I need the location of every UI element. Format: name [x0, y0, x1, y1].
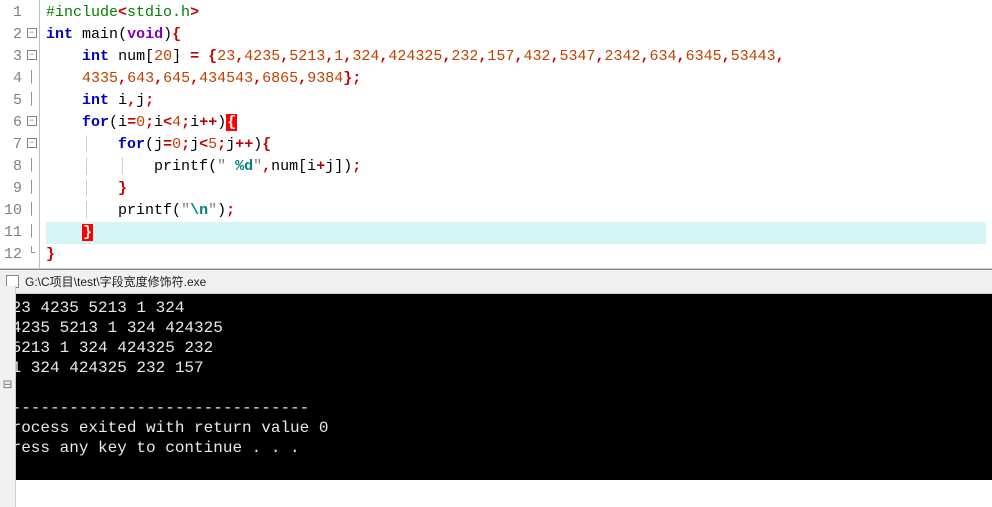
console-output[interactable]: 23 4235 5213 1 324 4235 5213 1 324 42432…: [0, 294, 992, 480]
code-line[interactable]: │ }: [46, 178, 986, 200]
line-number: 4: [4, 68, 22, 90]
fold-cell: │: [24, 220, 39, 242]
fold-cell: │: [24, 88, 39, 110]
line-number: 1: [4, 2, 22, 24]
fold-mark-icon: ⊟: [2, 378, 13, 394]
code-line[interactable]: int num[20] = {23,4235,5213,1,324,424325…: [46, 46, 986, 68]
line-number: 12: [4, 244, 22, 266]
line-number: 3: [4, 46, 22, 68]
console-title-text: G:\C项目\test\字段宽度修饰符.exe: [25, 273, 206, 290]
line-number: 6: [4, 112, 22, 134]
line-number: 2: [4, 24, 22, 46]
line-number: 10: [4, 200, 22, 222]
code-line[interactable]: int i,j;: [46, 90, 986, 112]
code-editor[interactable]: 123456789101112 −−││−−││││└ #include<std…: [0, 0, 992, 269]
fold-cell[interactable]: −: [24, 110, 39, 132]
code-line[interactable]: │ for(j=0;j<5;j++){: [46, 134, 986, 156]
code-line[interactable]: 4335,643,645,434543,6865,9384};: [46, 68, 986, 90]
line-number-gutter: 123456789101112: [0, 0, 24, 268]
line-number: 7: [4, 134, 22, 156]
code-line[interactable]: for(i=0;i<4;i++){: [46, 112, 986, 134]
code-line[interactable]: int main(void){: [46, 24, 986, 46]
fold-column[interactable]: −−││−−││││└: [24, 0, 40, 268]
fold-cell: │: [24, 198, 39, 220]
console-titlebar[interactable]: G:\C项目\test\字段宽度修饰符.exe: [0, 270, 992, 294]
line-number: 5: [4, 90, 22, 112]
code-line[interactable]: #include<stdio.h>: [46, 2, 986, 24]
line-number: 8: [4, 156, 22, 178]
fold-cell: [24, 0, 39, 22]
line-number: 9: [4, 178, 22, 200]
fold-toggle-icon[interactable]: −: [27, 138, 37, 148]
fold-cell[interactable]: −: [24, 22, 39, 44]
fold-cell: └: [24, 242, 39, 264]
fold-cell: │: [24, 66, 39, 88]
code-area[interactable]: #include<stdio.h>int main(void){ int num…: [40, 0, 992, 268]
code-line[interactable]: │ printf("\n");: [46, 200, 986, 222]
code-line[interactable]: }: [46, 244, 986, 266]
fold-toggle-icon[interactable]: −: [27, 28, 37, 38]
line-number: 11: [4, 222, 22, 244]
fold-cell: │: [24, 176, 39, 198]
code-line[interactable]: │ │ printf(" %d",num[i+j]);: [46, 156, 986, 178]
fold-cell[interactable]: −: [24, 44, 39, 66]
fold-toggle-icon[interactable]: −: [27, 116, 37, 126]
code-line[interactable]: }: [46, 222, 986, 244]
fold-cell: │: [24, 154, 39, 176]
left-margin-stub: ⊟: [0, 286, 16, 507]
console-window: G:\C项目\test\字段宽度修饰符.exe 23 4235 5213 1 3…: [0, 269, 992, 480]
fold-cell[interactable]: −: [24, 132, 39, 154]
fold-toggle-icon[interactable]: −: [27, 50, 37, 60]
